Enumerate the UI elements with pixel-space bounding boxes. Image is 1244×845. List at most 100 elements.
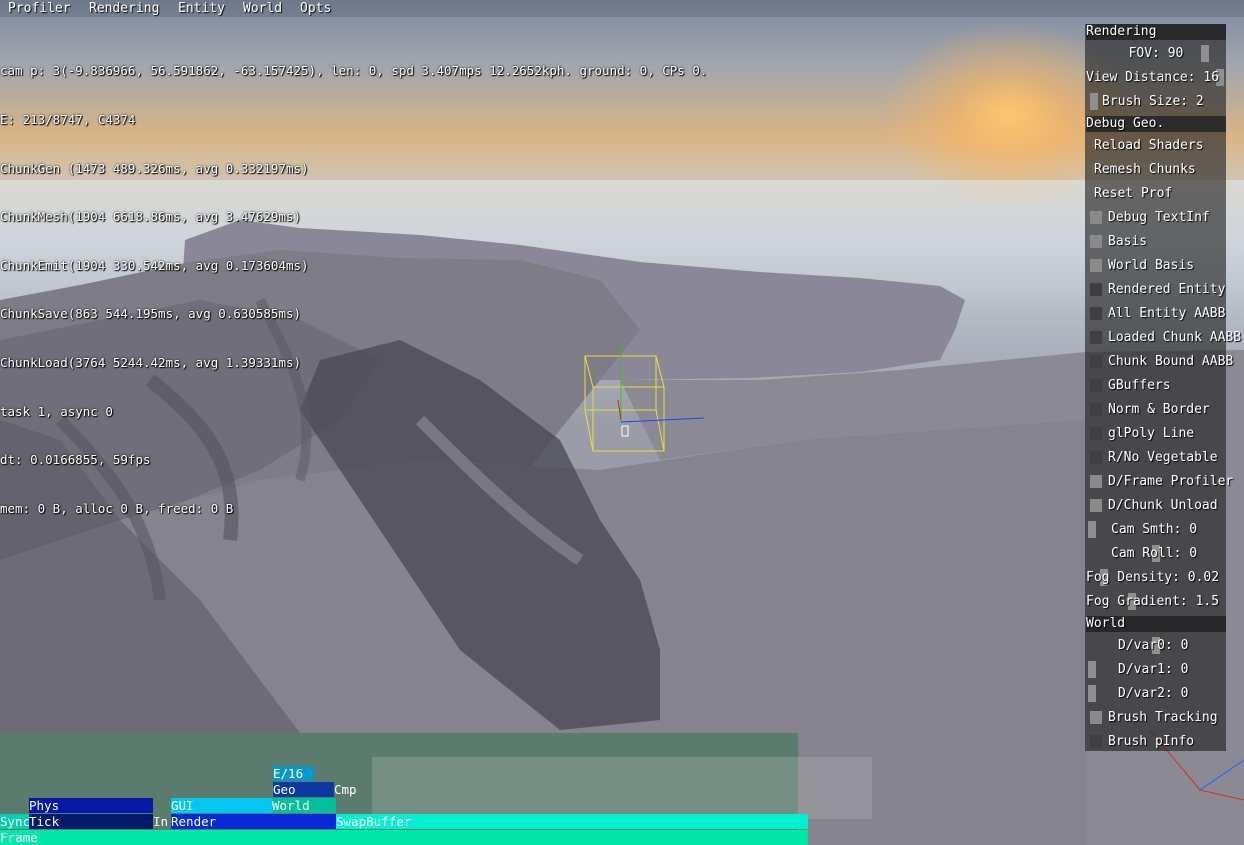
profiler-bar-e16[interactable]: E/16 [273,766,314,781]
checkbox-world-basis[interactable]: World Basis [1086,254,1244,278]
reset-prof-button[interactable]: Reset Prof [1086,182,1234,206]
checkbox-indicator[interactable] [1090,499,1102,512]
debug-geo-header[interactable]: Debug Geo. [1086,116,1226,132]
menu-profiler[interactable]: Profiler [8,0,71,17]
checkbox-indicator[interactable] [1090,259,1102,272]
hud-chunksave-line: ChunkSave(863 544.195ms, avg 0.630585ms) [0,306,302,322]
checkbox-label: D/Chunk Unload [1108,498,1218,513]
checkbox-label: glPoly Line [1108,426,1195,441]
checkbox-indicator[interactable] [1090,355,1102,368]
hud-chunkgen-line: ChunkGen (1473 489.326ms, avg 0.332197ms… [0,160,309,176]
checkbox-all-entity-aabb[interactable]: All Entity AABB [1086,302,1244,326]
rendering-header[interactable]: Rendering [1086,24,1226,40]
checkbox-label: D/Frame Profiler [1108,474,1234,489]
checkbox-chunk-bound-aabb[interactable]: Chunk Bound AABB [1086,350,1244,374]
checkbox-indicator[interactable] [1090,283,1102,296]
profiler-bar-sync[interactable]: Sync [0,814,29,829]
checkbox-glpoly-line[interactable]: glPoly Line [1086,422,1244,446]
checkbox-gbuffers[interactable]: GBuffers [1086,374,1244,398]
checkbox-label: Chunk Bound AABB [1108,354,1234,369]
profiler-bar-tick[interactable]: Tick [29,814,153,829]
checkbox-indicator[interactable] [1090,711,1102,724]
checkbox-norm-border[interactable]: Norm & Border [1086,398,1244,422]
checkbox-indicator[interactable] [1090,307,1102,320]
dvar1-slider-handle[interactable] [1088,661,1096,678]
hud-mem-line: mem: 0 B, alloc 0 B, freed: 0 B [0,500,234,516]
checkbox-indicator[interactable] [1090,403,1102,416]
menu-world[interactable]: World [243,0,282,17]
cam-smth-slider-handle[interactable] [1088,521,1096,538]
checkbox-no-vegetable[interactable]: R/No Vegetable [1086,446,1244,470]
fov-slider-handle[interactable] [1201,45,1209,62]
checkbox-label: R/No Vegetable [1108,450,1218,465]
dvar2-slider-handle[interactable] [1088,685,1096,702]
checkbox-indicator[interactable] [1090,475,1102,488]
menu-bar: Profiler Rendering Entity World Opts [0,0,1244,17]
hud-camera-line: cam p: 3(-9.836966, 56.591862, -63.15742… [0,63,708,79]
brush-size-slider[interactable]: Brush Size: 2 [1086,90,1226,114]
checkbox-indicator[interactable] [1090,735,1102,748]
profiler-bar-phys[interactable]: Phys [29,798,153,813]
profiler-bar-cmp[interactable]: Cmp [334,782,364,797]
checkbox-label: Debug TextInf [1108,210,1210,225]
fov-label: FOV: 90 [1128,46,1184,61]
dvar2-label: D/var2: 0 [1118,686,1189,701]
dvar0-slider[interactable]: D/var0: 0 [1086,634,1226,658]
checkbox-frame-profiler[interactable]: D/Frame Profiler [1086,470,1244,494]
hud-entity-line: E: 213/8747, C4374 [0,112,136,128]
checkbox-indicator[interactable] [1090,451,1102,464]
cam-smth-label: Cam Smth: 0 [1111,522,1198,537]
checkbox-loaded-chunk-aabb[interactable]: Loaded Chunk AABB [1086,326,1244,350]
checkbox-label: Basis [1108,234,1148,249]
checkbox-brush-tracking[interactable]: Brush Tracking [1086,706,1244,730]
profiler-bar-gui[interactable]: GUI [171,798,272,813]
checkbox-indicator[interactable] [1090,427,1102,440]
checkbox-indicator[interactable] [1090,211,1102,224]
debug-info-text: cam p: 3(-9.836966, 56.591862, -63.15742… [0,31,707,533]
fov-slider[interactable]: FOV: 90 [1086,42,1226,66]
checkbox-debug-textinf[interactable]: Debug TextInf [1086,206,1244,230]
menu-rendering[interactable]: Rendering [89,0,159,17]
view-distance-slider[interactable]: View Distance: 16 [1086,66,1226,90]
checkbox-label: Rendered Entity [1108,282,1226,297]
fog-gradient-label: Fog Gradient: 1.5 [1086,594,1220,609]
checkbox-label: Brush Tracking [1108,710,1218,725]
dvar1-slider[interactable]: D/var1: 0 [1086,658,1226,682]
checkbox-indicator[interactable] [1090,331,1102,344]
dvar2-slider[interactable]: D/var2: 0 [1086,682,1226,706]
hud-chunkmesh-line: ChunkMesh(1904 6618.86ms, avg 3.47629ms) [0,209,302,225]
profiler-bar-frame[interactable]: Frame [0,830,808,845]
checkbox-label: Norm & Border [1108,402,1210,417]
brush-size-slider-handle[interactable] [1090,93,1098,110]
checkbox-label: World Basis [1108,258,1195,273]
profiler-bar-in[interactable]: In [153,814,171,829]
reload-shaders-button[interactable]: Reload Shaders [1086,134,1234,158]
checkbox-chunk-unload[interactable]: D/Chunk Unload [1086,494,1244,518]
hud-chunkload-line: ChunkLoad(3764 5244.42ms, avg 1.39331ms) [0,355,302,371]
menu-entity[interactable]: Entity [178,0,225,17]
menu-opts[interactable]: Opts [300,0,331,17]
cam-smth-slider[interactable]: Cam Smth: 0 [1086,518,1226,542]
checkbox-indicator[interactable] [1090,379,1102,392]
cam-roll-slider[interactable]: Cam Roll: 0 [1086,542,1226,566]
checkbox-basis[interactable]: Basis [1086,230,1244,254]
profiler-bar-swapbuffer[interactable]: SwapBuffer [336,814,808,829]
profiler-bar-geo[interactable]: Geo [273,782,334,797]
remesh-chunks-button[interactable]: Remesh Chunks [1086,158,1234,182]
fog-density-slider[interactable]: Fog Density: 0.02 [1086,566,1226,590]
checkbox-indicator[interactable] [1090,235,1102,248]
checkbox-label: Loaded Chunk AABB [1108,330,1242,345]
cam-roll-label: Cam Roll: 0 [1111,546,1198,561]
checkbox-rendered-entity[interactable]: Rendered Entity [1086,278,1244,302]
world-header[interactable]: World [1086,616,1226,632]
fog-density-label: Fog Density: 0.02 [1086,570,1220,585]
brush-size-label: Brush Size: 2 [1102,94,1204,109]
fog-gradient-slider[interactable]: Fog Gradient: 1.5 [1086,590,1226,614]
view-distance-label: View Distance: 16 [1086,70,1220,85]
hud-chunkemit-line: ChunkEmit(1904 330.542ms, avg 0.173604ms… [0,257,309,273]
checkbox-brush-pinfo[interactable]: Brush pInfo [1086,730,1244,754]
hud-task-line: task 1, async 0 [0,403,113,419]
profiler-bar-world[interactable]: World [272,798,336,813]
dvar0-label: D/var0: 0 [1118,638,1189,653]
profiler-bar-render[interactable]: Render [171,814,336,829]
